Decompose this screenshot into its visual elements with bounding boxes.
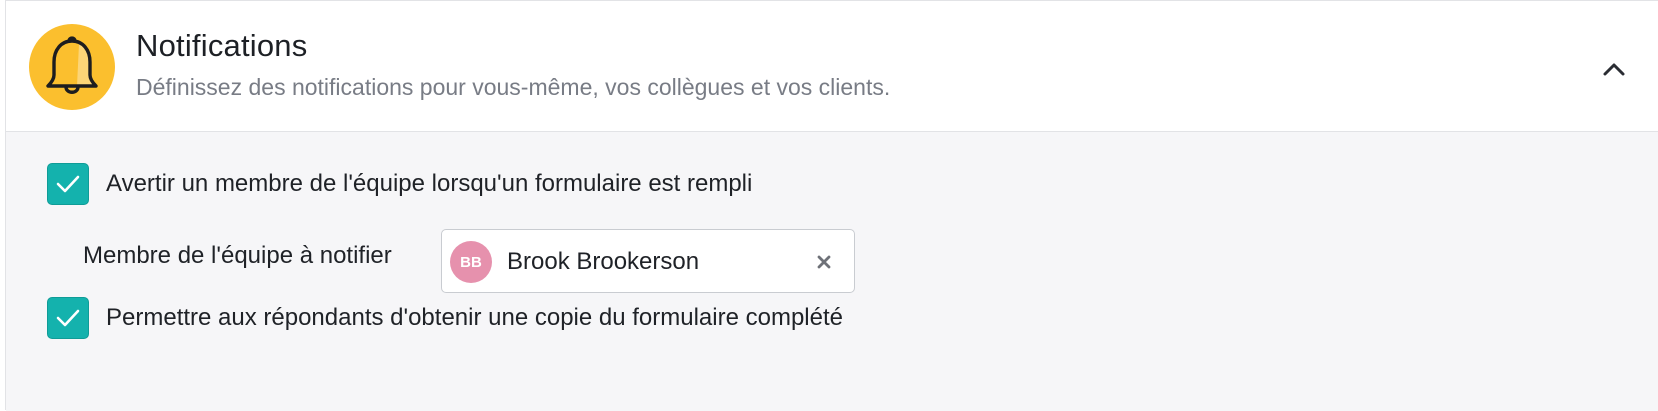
team-member-label: Membre de l'équipe à notifier	[83, 242, 392, 269]
panel-body: Avertir un membre de l'équipe lorsqu'un …	[6, 132, 1658, 411]
team-member-select[interactable]: BB Brook Brookerson	[441, 229, 855, 293]
notify-team-row: Avertir un membre de l'équipe lorsqu'un …	[47, 163, 752, 205]
checkmark-icon	[56, 309, 80, 327]
selected-member-name: Brook Brookerson	[507, 248, 700, 275]
bell-icon	[29, 24, 115, 110]
notify-team-checkbox[interactable]	[47, 163, 89, 205]
chevron-up-icon[interactable]	[1596, 51, 1632, 87]
respondent-copy-checkbox[interactable]	[47, 297, 89, 339]
close-icon[interactable]	[812, 250, 836, 274]
panel-title: Notifications	[136, 28, 308, 63]
checkmark-icon	[56, 175, 80, 193]
panel-header[interactable]: Notifications Définissez des notificatio…	[6, 1, 1658, 132]
notifications-panel: Notifications Définissez des notificatio…	[5, 0, 1658, 411]
panel-subtitle: Définissez des notifications pour vous-m…	[136, 74, 891, 100]
notify-team-label[interactable]: Avertir un membre de l'équipe lorsqu'un …	[106, 170, 752, 198]
avatar: BB	[450, 241, 492, 283]
respondent-copy-label[interactable]: Permettre aux répondants d'obtenir une c…	[106, 304, 843, 332]
respondent-copy-row: Permettre aux répondants d'obtenir une c…	[47, 297, 843, 339]
